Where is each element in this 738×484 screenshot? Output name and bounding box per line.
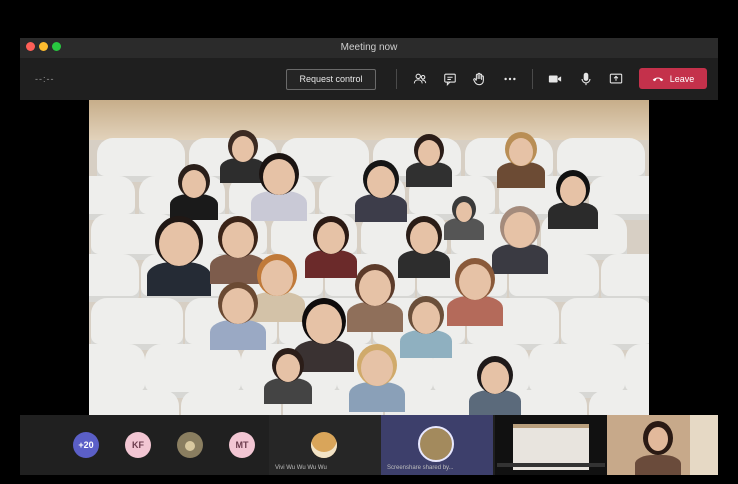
participant-body: [447, 296, 503, 326]
participant-video: [447, 258, 503, 326]
auditorium-seat: [89, 390, 179, 415]
screenshare-tile[interactable]: [495, 415, 607, 475]
participant-video: [264, 348, 312, 404]
featured-avatar: [418, 426, 454, 462]
window-title: Meeting now: [340, 42, 398, 53]
dog-avatar: [311, 432, 337, 458]
participant-video: [497, 132, 545, 188]
auditorium-wall: [89, 100, 649, 140]
title-bar: Meeting now: [20, 38, 718, 58]
camera-icon: [548, 75, 562, 83]
meeting-window: Meeting now --:-- Request control Leave: [20, 38, 718, 100]
participant-face: [359, 270, 391, 306]
auditorium-seat: [601, 254, 649, 302]
auditorium-seat: [589, 390, 649, 415]
raise-hand-icon: [473, 72, 484, 86]
more-options-button[interactable]: [500, 69, 520, 89]
camera-button[interactable]: [545, 69, 565, 89]
participant-face: [317, 222, 345, 254]
chat-button[interactable]: [440, 69, 460, 89]
hang-up-icon: [652, 77, 663, 81]
self-view-window: [690, 415, 718, 475]
toolbar-divider: [396, 69, 397, 89]
participant-body: [210, 320, 266, 350]
participants-button[interactable]: [410, 69, 430, 89]
participant-tile-dog[interactable]: Vivi Wu Wu Wu Wu: [269, 415, 381, 475]
overflow-participants-button[interactable]: +20: [73, 432, 99, 458]
participant-face: [367, 166, 395, 198]
participant-body: [398, 250, 450, 278]
participant-face: [222, 222, 254, 258]
screenshare-taskbar: [497, 463, 605, 467]
participant-face: [456, 202, 472, 222]
participant-face: [276, 354, 300, 382]
participant-face: [412, 302, 440, 334]
participant-face: [459, 264, 491, 300]
participant-video: [347, 264, 403, 332]
participant-face: [182, 170, 206, 198]
participant-body: [548, 202, 598, 229]
participant-face: [222, 288, 254, 324]
participants-icon: [413, 73, 427, 84]
participant-avatar-kf[interactable]: KF: [125, 432, 151, 458]
meeting-timer: --:--: [35, 74, 55, 84]
participant-face: [263, 159, 295, 195]
participant-video: [147, 216, 211, 296]
microphone-button[interactable]: [576, 69, 596, 89]
participant-video: [398, 216, 450, 278]
more-options-icon: [504, 77, 516, 81]
participant-body: [347, 302, 403, 332]
participant-face: [306, 304, 342, 344]
request-control-button[interactable]: Request control: [286, 69, 376, 90]
participant-face: [159, 222, 199, 266]
self-view-tile[interactable]: [607, 415, 718, 475]
participant-video: [210, 282, 266, 350]
self-view-body: [635, 455, 681, 475]
participant-face: [361, 350, 393, 386]
participant-video: [406, 134, 452, 187]
auditorium-seat: [89, 254, 139, 302]
participant-video: [251, 153, 307, 221]
participant-body: [349, 382, 405, 412]
share-screen-button[interactable]: [606, 69, 626, 89]
chat-icon: [444, 73, 456, 86]
participant-video: [355, 160, 407, 222]
participant-strip: +20 KF MT Vivi Wu Wu Wu Wu Screenshare s…: [20, 415, 718, 475]
participant-video: [469, 356, 521, 415]
leave-label: Leave: [669, 73, 695, 84]
participant-body: [147, 262, 211, 296]
participant-body: [251, 191, 307, 221]
participant-body: [400, 330, 452, 358]
participant-tile-featured[interactable]: Screenshare shared by...: [381, 415, 493, 475]
self-view-face: [648, 427, 668, 451]
toolbar-divider: [532, 69, 533, 89]
auditorium-seat: [91, 298, 183, 350]
microphone-icon: [581, 72, 591, 86]
participant-face: [509, 138, 533, 166]
participant-video: [349, 344, 405, 412]
participant-video: [170, 164, 218, 220]
meeting-toolbar: --:-- Request control Leave: [20, 58, 718, 100]
avatar-photo: [185, 441, 195, 451]
participant-video: [400, 296, 452, 358]
raise-hand-button[interactable]: [469, 69, 489, 89]
participant-face: [504, 212, 536, 248]
leave-button[interactable]: Leave: [639, 68, 707, 89]
participant-face: [410, 222, 438, 254]
participant-avatar-mt[interactable]: MT: [229, 432, 255, 458]
participant-face: [418, 140, 440, 166]
participant-video: [444, 196, 484, 240]
share-screen-icon: [609, 73, 623, 84]
participant-avatar-photo[interactable]: [177, 432, 203, 458]
participant-video: [548, 170, 598, 229]
together-mode-stage: [89, 100, 649, 415]
participant-name: Screenshare shared by...: [387, 465, 454, 471]
participant-face: [481, 362, 509, 394]
participant-face: [560, 176, 586, 206]
auditorium-seat: [561, 298, 649, 350]
participant-name: Vivi Wu Wu Wu Wu: [275, 465, 327, 471]
